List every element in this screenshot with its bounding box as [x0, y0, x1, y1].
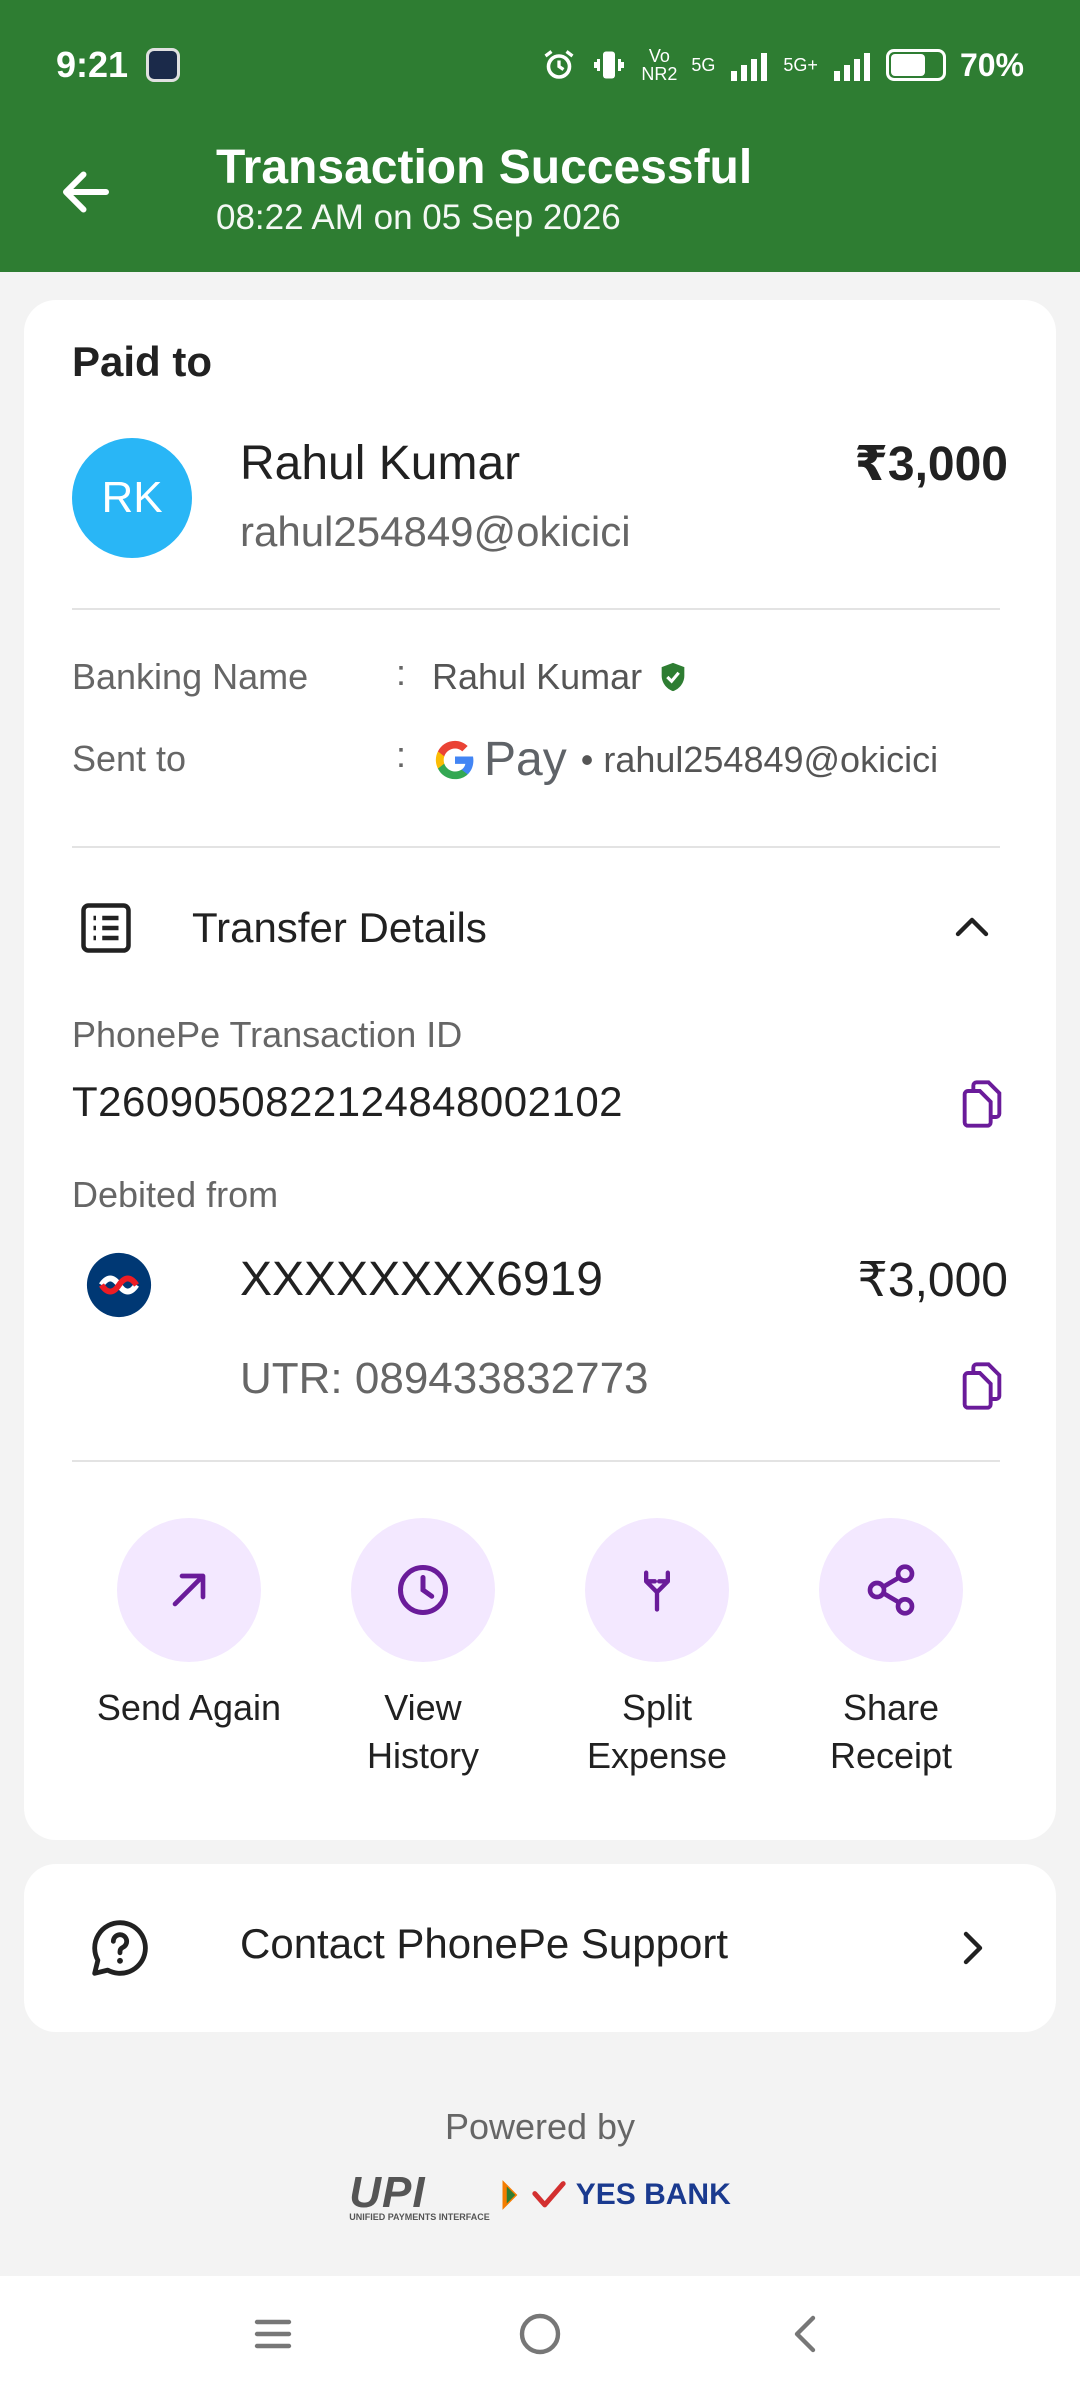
menu-icon: [255, 2319, 292, 2349]
contact-support-label: Contact PhonePe Support: [240, 1920, 729, 1967]
battery-icon: [885, 49, 946, 81]
kotak-bank-logo-icon: [86, 1252, 152, 1318]
share-icon: [867, 1564, 915, 1616]
split-icon: [644, 1570, 670, 1612]
payment-amount: ₹3,000: [854, 438, 1008, 491]
divider: [72, 1460, 1000, 1462]
upi-logo-text: UPI: [349, 2168, 426, 2217]
back-arrow-icon[interactable]: [56, 162, 116, 222]
sent-to-value-row: Pay • rahul254849@okicici: [432, 732, 938, 787]
split-expense-button[interactable]: Split Expense: [557, 1518, 757, 1780]
receipt-list-icon: [81, 903, 131, 953]
chevron-right-icon: [963, 1931, 983, 1965]
view-history-button[interactable]: View History: [323, 1518, 523, 1780]
app-notification-icon: [146, 48, 181, 82]
system-back-button[interactable]: [775, 2302, 839, 2366]
banking-name-value: Rahul Kumar: [432, 656, 643, 697]
network-label-volte: Vo NR2: [641, 46, 678, 84]
yes-bank-logo-text: YES BANK: [575, 2178, 731, 2211]
signal-icon-2: [833, 53, 870, 81]
upi-arrow-icon: [502, 2180, 518, 2210]
arrow-up-right-icon: [172, 1573, 206, 1607]
app-header: Transaction Successful 08:22 AM on 05 Se…: [0, 130, 1080, 272]
transaction-card: Paid to RK Rahul Kumar rahul254849@okici…: [24, 300, 1056, 1840]
page-title: Transaction Successful: [216, 141, 753, 194]
chevron-up-icon[interactable]: [948, 904, 996, 952]
partner-logos: UPI UNIFIED PAYMENTS INTERFACE YES BANK: [0, 2168, 1080, 2222]
debit-account-number: XXXXXXXX6919: [240, 1253, 603, 1306]
payee-vpa: rahul254849@okicici: [240, 508, 631, 555]
send-again-button[interactable]: Send Again: [89, 1518, 289, 1732]
recent-apps-button[interactable]: [241, 2302, 305, 2366]
payee-name: Rahul Kumar: [240, 437, 521, 490]
chevron-left-icon: [794, 2315, 815, 2353]
action-label: Split Expense: [586, 1687, 728, 1776]
header-bar: 9:21 Vo NR2 5G 5G+ 70% Transaction Succes…: [0, 0, 1080, 272]
colon: :: [396, 652, 407, 693]
copy-icon[interactable]: [956, 1360, 1008, 1412]
home-circle-icon: [519, 2313, 561, 2355]
system-nav-bar: [0, 2276, 1080, 2392]
upi-logo-subtext: UNIFIED PAYMENTS INTERFACE: [349, 2212, 490, 2222]
action-label: View History: [366, 1687, 479, 1776]
banking-name-value-row: Rahul Kumar: [432, 656, 690, 698]
network-label-5g: 5G: [691, 54, 716, 75]
vibrate-icon: [594, 51, 625, 79]
avatar: RK: [72, 438, 192, 558]
alarm-icon: [544, 50, 574, 79]
help-chat-icon: [92, 1920, 148, 1976]
status-bar: 9:21 Vo NR2 5G 5G+ 70%: [0, 0, 1080, 130]
upi-logo: UPI UNIFIED PAYMENTS INTERFACE: [349, 2168, 490, 2222]
home-button[interactable]: [508, 2302, 572, 2366]
contact-support-button[interactable]: Contact PhonePe Support: [24, 1864, 1056, 2032]
transaction-id: T2609050822124848002102: [72, 1078, 624, 1125]
gpay-pay-text: Pay: [484, 733, 567, 786]
gpay-logo: Pay: [432, 732, 567, 787]
quick-actions: Send Again View History Split Expense Shar…: [24, 1518, 1056, 1798]
debited-from-label: Debited from: [72, 1174, 279, 1215]
sent-to-label: Sent to: [72, 738, 187, 779]
debit-amount: ₹3,000: [857, 1254, 1008, 1307]
verified-shield-icon: [661, 662, 685, 692]
signal-icon: [731, 53, 768, 81]
copy-icon[interactable]: [956, 1078, 1008, 1130]
clock-icon: [398, 1565, 448, 1615]
network-label-5g-plus: 5G+: [783, 54, 818, 75]
powered-by-label: Powered by: [444, 2106, 636, 2147]
google-g-icon: [435, 740, 474, 779]
divider: [72, 608, 1000, 610]
colon: :: [396, 734, 407, 775]
transfer-details-title[interactable]: Transfer Details: [192, 904, 487, 952]
transaction-id-label: PhonePe Transaction ID: [72, 1014, 463, 1055]
banking-name-label: Banking Name: [72, 656, 309, 697]
utr-number: UTR: 089433832773: [240, 1354, 649, 1403]
status-indicators: Vo NR2 5G 5G+ 70%: [541, 47, 1024, 84]
paid-to-label: Paid to: [72, 338, 213, 385]
share-receipt-button[interactable]: Share Receipt: [791, 1518, 991, 1780]
action-label: Send Again: [96, 1687, 282, 1728]
status-time: 9:21: [56, 44, 129, 85]
sent-to-vpa: • rahul254849@okicici: [580, 738, 939, 780]
divider: [72, 846, 1000, 848]
yes-bank-check-icon: [532, 2181, 566, 2208]
transaction-datetime: 08:22 AM on 05 Sep 2026: [216, 198, 621, 237]
battery-percent: 70%: [959, 46, 1024, 83]
action-label: Share Receipt: [829, 1687, 953, 1776]
